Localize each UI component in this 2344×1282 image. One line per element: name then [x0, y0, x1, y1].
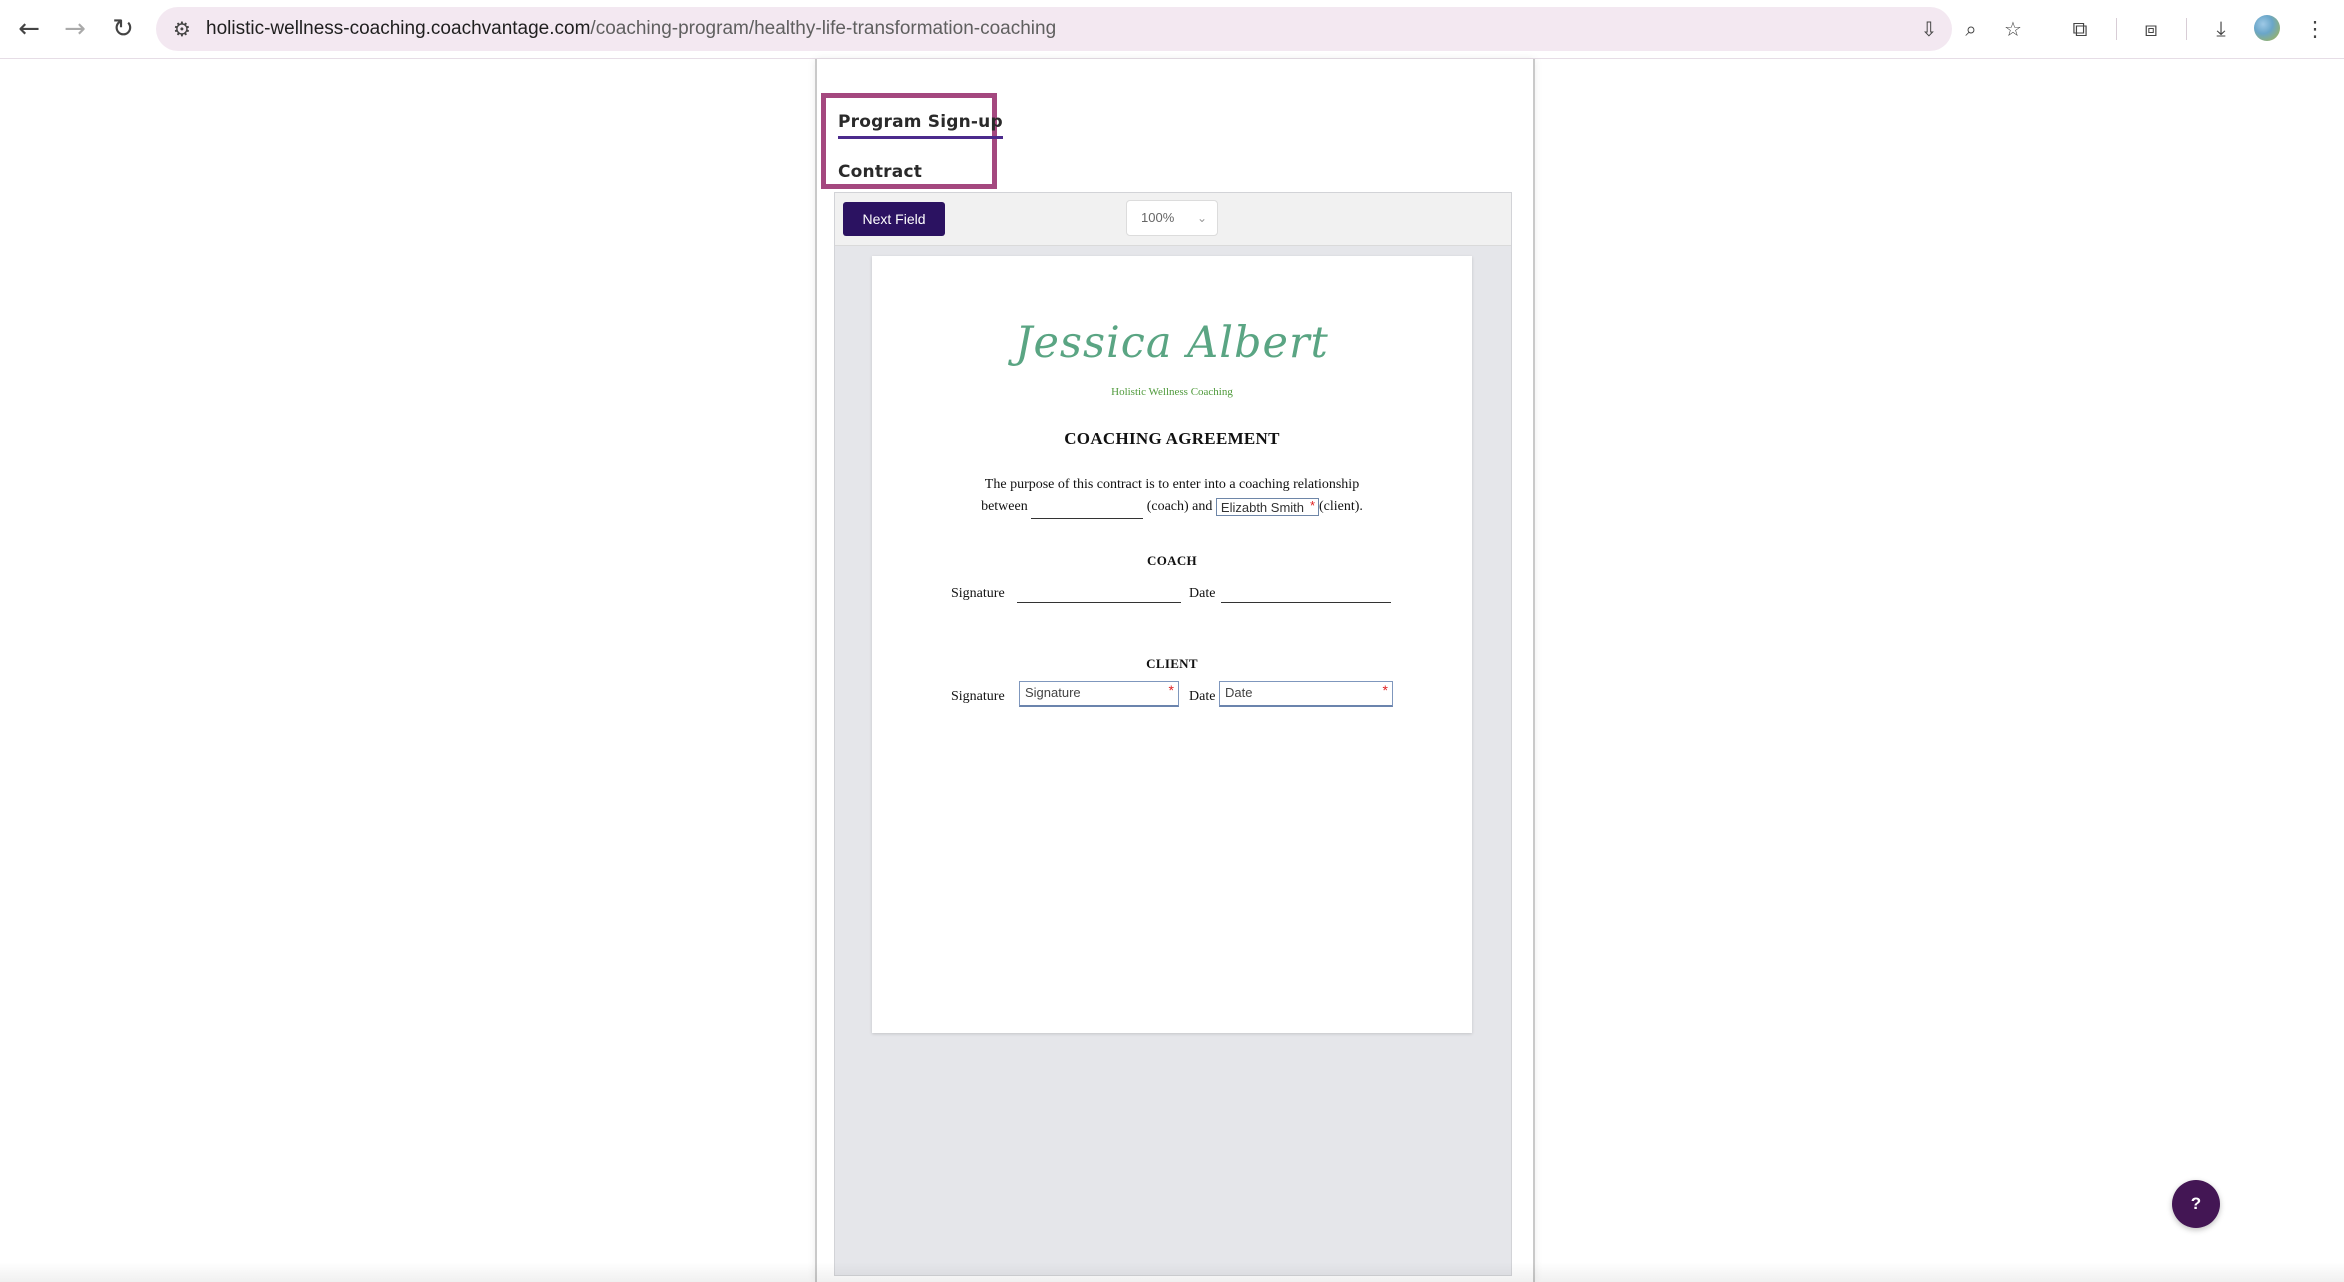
toolbar-divider	[2116, 18, 2117, 40]
reload-icon[interactable]: ↻	[108, 14, 138, 44]
zoom-icon[interactable]: ⌕	[1958, 16, 1984, 42]
date-placeholder: Date	[1225, 685, 1253, 700]
purpose-client: (client).	[1319, 499, 1363, 514]
url-path: /coaching-program/healthy-life-transform…	[590, 18, 1057, 39]
coach-date-line	[1221, 602, 1391, 603]
menu-kebab-icon[interactable]: ⋮	[2300, 14, 2330, 44]
next-field-button[interactable]: Next Field	[843, 202, 945, 236]
document-viewer: Next Field 100% ⌄ Jessica Albert Holisti…	[834, 192, 1512, 1276]
site-info-icon[interactable]: ⚙	[168, 15, 196, 43]
purpose-coach: (coach) and	[1146, 499, 1213, 514]
client-signature-label: Signature	[951, 689, 1005, 704]
client-name-value: Elizabth Smith	[1220, 499, 1304, 515]
required-marker: *	[1309, 497, 1315, 513]
url-host: holistic-wellness-coaching.coachvantage.…	[206, 18, 591, 39]
install-app-icon[interactable]: ⇩	[1916, 16, 1942, 42]
client-name-field[interactable]: Elizabth Smith *	[1215, 497, 1319, 516]
client-heading: CLIENT	[1146, 656, 1198, 671]
profile-avatar[interactable]	[2254, 15, 2280, 41]
tab-program-signup[interactable]: Program Sign-up	[838, 112, 1003, 139]
client-signature-field[interactable]: Signature *	[1019, 681, 1179, 707]
purpose-paragraph: The purpose of this contract is to enter…	[942, 474, 1402, 519]
downloads-icon[interactable]: ⤓	[2206, 14, 2236, 44]
url-text[interactable]: holistic-wellness-coaching.coachvantage.…	[206, 18, 1056, 40]
step-tabs: Program Sign-up Contract	[821, 93, 1003, 189]
logo-subtitle: Holistic Wellness Coaching	[1111, 386, 1233, 398]
browser-toolbar: ← → ↻ ⚙ holistic-wellness-coaching.coach…	[0, 0, 2344, 59]
coach-signature-label: Signature	[951, 586, 1005, 601]
bottom-shadow	[0, 1262, 2344, 1282]
signature-placeholder: Signature	[1025, 685, 1081, 700]
client-date-field[interactable]: Date *	[1219, 681, 1393, 707]
extensions-icon[interactable]: ⧉	[2065, 14, 2095, 44]
help-button[interactable]: ?	[2172, 1180, 2220, 1228]
coach-heading: COACH	[1147, 553, 1197, 568]
cast-icon[interactable]: ⧈	[2136, 14, 2166, 44]
tab-contract[interactable]: Contract	[838, 162, 922, 182]
bookmark-star-icon[interactable]: ☆	[2000, 16, 2026, 42]
contract-page: Jessica Albert Holistic Wellness Coachin…	[872, 256, 1472, 1033]
purpose-text: The purpose of this contract is to enter…	[984, 477, 1360, 492]
coach-date-label: Date	[1189, 586, 1216, 601]
chevron-down-icon: ⌄	[1196, 211, 1207, 225]
back-icon[interactable]: ←	[14, 14, 44, 44]
coach-logo: Jessica Albert	[1015, 318, 1329, 368]
coach-name-blank	[1031, 496, 1144, 519]
coach-signature-line	[1017, 602, 1181, 603]
document-title: COACHING AGREEMENT	[1064, 429, 1280, 448]
viewer-toolbar: Next Field 100% ⌄	[835, 193, 1511, 246]
required-marker: *	[1168, 682, 1174, 698]
zoom-value: 100%	[1141, 210, 1175, 225]
required-marker: *	[1382, 682, 1388, 698]
forward-icon[interactable]: →	[60, 14, 90, 44]
client-date-label: Date	[1189, 689, 1216, 704]
zoom-select[interactable]: 100% ⌄	[1126, 200, 1218, 236]
toolbar-divider	[2186, 18, 2187, 40]
purpose-between: between	[981, 499, 1028, 514]
address-bar[interactable]: ⚙ holistic-wellness-coaching.coachvantag…	[156, 7, 2022, 51]
